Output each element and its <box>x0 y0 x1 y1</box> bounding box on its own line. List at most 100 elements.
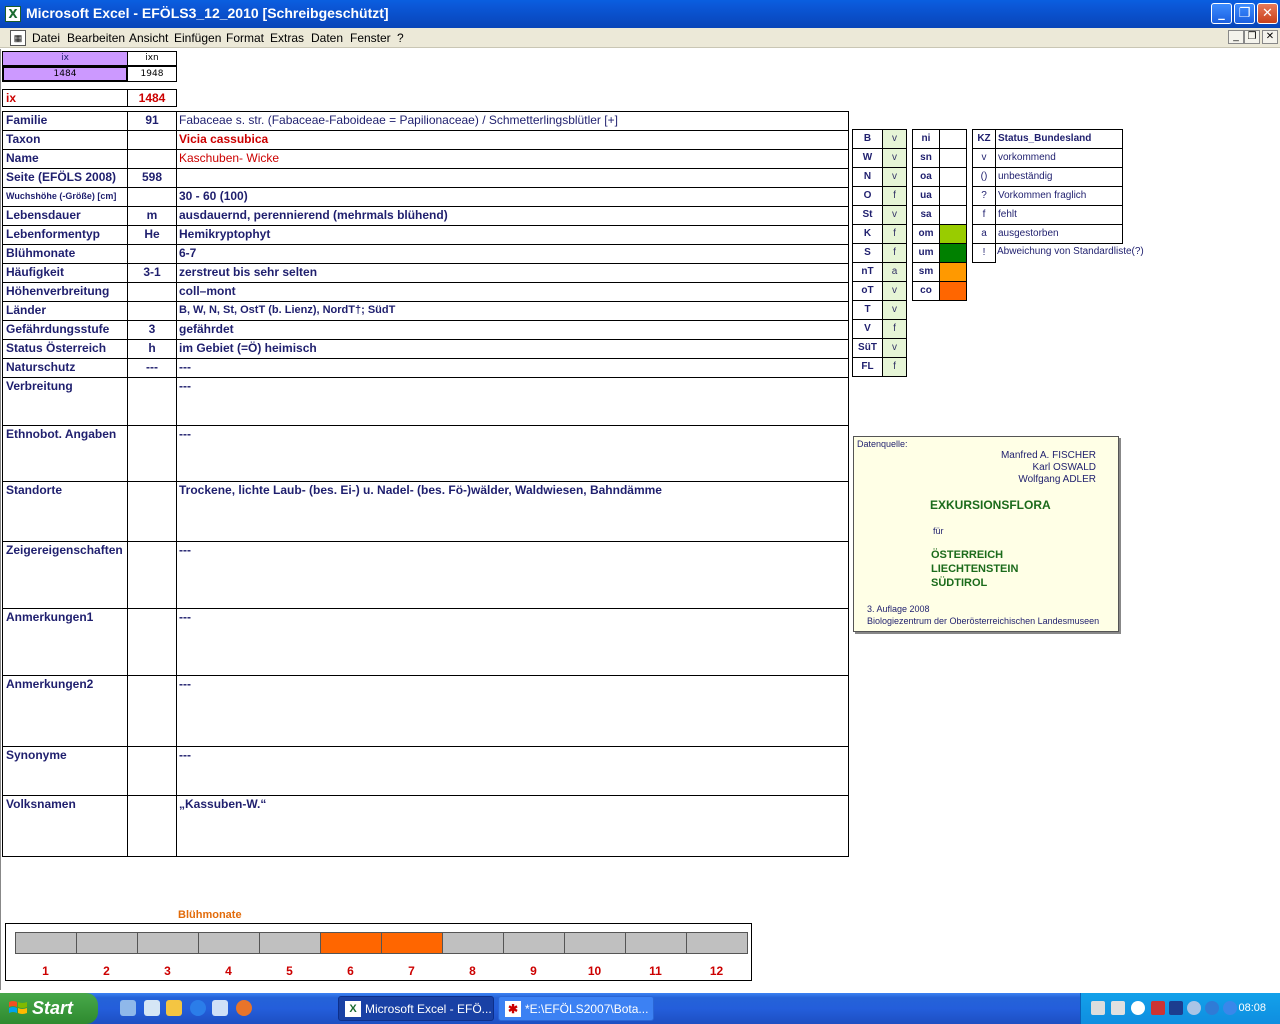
task-explorer[interactable]: ✱ *E:\EFÖLS2007\Bota... <box>498 996 654 1021</box>
row-code[interactable]: h <box>127 339 177 359</box>
row-code[interactable]: --- <box>127 358 177 378</box>
hoehenstufe-swatch[interactable] <box>939 262 967 282</box>
menu-ansicht[interactable]: Ansicht <box>129 31 168 45</box>
row-label[interactable]: Familie <box>2 111 128 131</box>
menu-help[interactable]: ? <box>397 31 404 45</box>
hoehenstufe-code[interactable]: co <box>912 281 940 301</box>
account-icon[interactable] <box>1223 1001 1237 1015</box>
month-bar[interactable] <box>198 932 260 954</box>
ix-label[interactable]: ix <box>2 89 128 107</box>
row-code[interactable]: 3-1 <box>127 263 177 283</box>
bundesland-code[interactable]: FL <box>852 357 883 377</box>
row-code[interactable]: 91 <box>127 111 177 131</box>
ixn-value-cell[interactable]: 1948 <box>127 66 177 82</box>
row-code[interactable] <box>127 187 177 207</box>
row-value[interactable]: --- <box>176 377 849 426</box>
row-value[interactable]: --- <box>176 541 849 609</box>
hoehenstufe-swatch[interactable] <box>939 186 967 206</box>
bundesland-status[interactable]: v <box>882 338 907 358</box>
month-bar[interactable] <box>442 932 504 954</box>
menu-fenster[interactable]: Fenster <box>350 31 391 45</box>
row-code[interactable] <box>127 282 177 302</box>
row-label[interactable]: Naturschutz <box>2 358 128 378</box>
excel-app-icon[interactable]: X <box>5 6 21 22</box>
bundesland-code[interactable]: St <box>852 205 883 225</box>
row-code[interactable] <box>127 301 177 321</box>
row-label[interactable]: Volksnamen <box>2 795 128 857</box>
worksheet[interactable]: ix ixn 1484 1948 ix 1484 Familie 91 Fabace… <box>0 49 1280 990</box>
row-code[interactable]: 598 <box>127 168 177 188</box>
update-icon[interactable] <box>1187 1001 1201 1015</box>
quicklaunch-ie-icon[interactable] <box>190 1000 206 1016</box>
month-bar[interactable] <box>76 932 138 954</box>
row-label[interactable]: Name <box>2 149 128 169</box>
row-code[interactable] <box>127 541 177 609</box>
clock[interactable]: 08:08 <box>1238 1002 1266 1014</box>
row-value[interactable]: --- <box>176 746 849 796</box>
hoehenstufe-swatch[interactable] <box>939 167 967 187</box>
hoehenstufe-swatch[interactable] <box>939 148 967 168</box>
menu-format[interactable]: Format <box>226 31 264 45</box>
bundesland-status[interactable]: a <box>882 262 907 282</box>
row-code[interactable] <box>127 746 177 796</box>
row-value[interactable]: --- <box>176 608 849 676</box>
ix-value-cell[interactable]: 1484 <box>2 66 128 82</box>
hoehenstufe-code[interactable]: sn <box>912 148 940 168</box>
row-value[interactable]: --- <box>176 675 849 747</box>
bundesland-status[interactable]: v <box>882 148 907 168</box>
antivirus-icon[interactable] <box>1151 1001 1165 1015</box>
bundesland-status[interactable]: f <box>882 357 907 377</box>
row-label[interactable]: Taxon <box>2 130 128 150</box>
shield-icon[interactable] <box>1169 1001 1183 1015</box>
legend-kz[interactable]: f <box>972 205 996 225</box>
hoehenstufe-code[interactable]: sm <box>912 262 940 282</box>
quicklaunch-desktop-icon[interactable] <box>120 1000 136 1016</box>
bundesland-status[interactable]: v <box>882 281 907 301</box>
bundesland-status[interactable]: v <box>882 300 907 320</box>
row-label[interactable]: Synonyme <box>2 746 128 796</box>
menu-einfuegen[interactable]: Einfügen <box>174 31 221 45</box>
menu-daten[interactable]: Daten <box>311 31 343 45</box>
legend-status-header[interactable]: Status_Bundesland <box>995 129 1123 149</box>
legend-text[interactable]: Abweichung von Standardliste(?) <box>995 243 1144 263</box>
row-value[interactable]: B, W, N, St, OstT (b. Lienz), NordT†; Sü… <box>176 301 849 321</box>
legend-kz-header[interactable]: KZ <box>972 129 996 149</box>
datenquelle-box[interactable]: Datenquelle: Manfred A. FISCHER Karl OSW… <box>853 436 1119 632</box>
workbook-close-button[interactable]: ✕ <box>1262 30 1278 44</box>
row-label[interactable]: Status Österreich <box>2 339 128 359</box>
row-label[interactable]: Lebensdauer <box>2 206 128 226</box>
bundesland-code[interactable]: W <box>852 148 883 168</box>
menu-bearbeiten[interactable]: Bearbeiten <box>67 31 125 45</box>
hoehenstufe-swatch[interactable] <box>939 129 967 149</box>
hoehenstufe-swatch[interactable] <box>939 224 967 244</box>
bundesland-code[interactable]: S <box>852 243 883 263</box>
hoehenstufe-swatch[interactable] <box>939 243 967 263</box>
row-label[interactable]: Blühmonate <box>2 244 128 264</box>
restore-button[interactable]: ❐ <box>1234 3 1255 24</box>
hoehenstufe-swatch[interactable] <box>939 281 967 301</box>
row-value[interactable]: im Gebiet (=Ö) heimisch <box>176 339 849 359</box>
bundesland-code[interactable]: N <box>852 167 883 187</box>
bundesland-code[interactable]: K <box>852 224 883 244</box>
legend-kz[interactable]: a <box>972 224 996 244</box>
month-bar[interactable] <box>137 932 199 954</box>
ix-header[interactable]: ix <box>2 51 128 66</box>
search-icon[interactable] <box>1131 1001 1145 1015</box>
row-code[interactable] <box>127 608 177 676</box>
task-excel[interactable]: X Microsoft Excel - EFÖ... <box>338 996 494 1021</box>
row-label[interactable]: Anmerkungen1 <box>2 608 128 676</box>
month-bar[interactable] <box>686 932 748 954</box>
row-label[interactable]: Häufigkeit <box>2 263 128 283</box>
legend-text[interactable]: unbeständig <box>995 167 1123 187</box>
ix-value[interactable]: 1484 <box>127 89 177 107</box>
row-value[interactable]: 6-7 <box>176 244 849 264</box>
row-value[interactable]: Kaschuben- Wicke <box>176 149 849 169</box>
month-bar[interactable] <box>320 932 382 954</box>
hoehenstufe-code[interactable]: ua <box>912 186 940 206</box>
row-label[interactable]: Standorte <box>2 481 128 542</box>
hoehenstufe-code[interactable]: sa <box>912 205 940 225</box>
row-value[interactable]: coll–mont <box>176 282 849 302</box>
hoehenstufe-swatch[interactable] <box>939 205 967 225</box>
row-code[interactable] <box>127 149 177 169</box>
network-icon[interactable] <box>1091 1001 1105 1015</box>
